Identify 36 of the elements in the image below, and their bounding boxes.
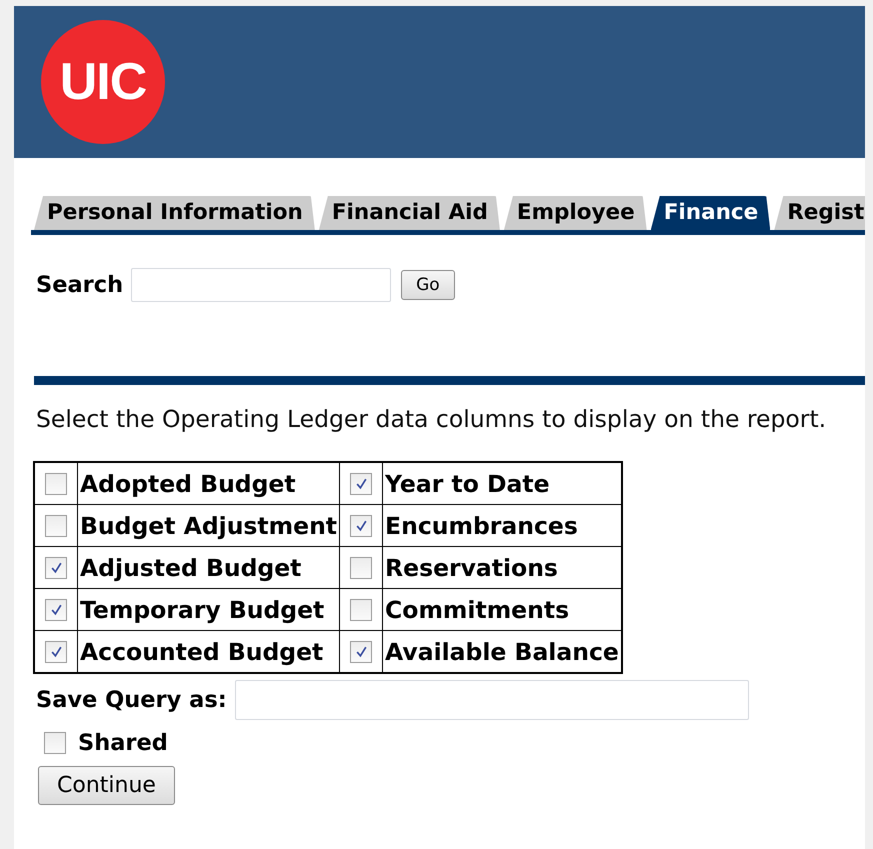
nav-tab[interactable]: Employee (504, 196, 647, 230)
column-label: Adjusted Budget (78, 546, 340, 588)
search-field[interactable] (131, 268, 392, 302)
go-button[interactable]: Go (401, 270, 455, 300)
nav-tab[interactable]: Financial Aid (318, 196, 500, 230)
search-label: Search (36, 272, 124, 298)
check-icon (50, 645, 62, 658)
shared-checkbox[interactable] (44, 732, 66, 754)
save-query-label: Save Query as: (36, 687, 227, 713)
checkbox[interactable] (350, 598, 372, 620)
checkbox[interactable] (350, 556, 372, 578)
column-label: Budget Adjustment (78, 504, 340, 546)
nav-tab[interactable]: Regist (774, 196, 865, 230)
instructions-text: Select the Operating Ledger data columns to display on the report. (36, 405, 828, 433)
checkbox[interactable] (45, 556, 67, 578)
nav-tab[interactable]: Finance (650, 196, 770, 230)
checkbox[interactable] (350, 640, 372, 662)
checkbox[interactable] (45, 472, 67, 494)
nav-tab[interactable]: Personal Information (34, 196, 315, 230)
checkbox[interactable] (350, 472, 372, 494)
check-icon (50, 561, 62, 574)
check-icon (354, 477, 368, 490)
query-name-field[interactable] (234, 680, 749, 720)
logo-badge: UIC (41, 20, 165, 144)
check-icon (354, 519, 368, 532)
checkbox[interactable] (45, 598, 67, 620)
checkbox[interactable] (45, 640, 67, 662)
check-icon (354, 645, 368, 658)
shared-label: Shared (78, 730, 168, 756)
column-label: Accounted Budget (78, 630, 340, 673)
column-label: Temporary Budget (78, 588, 340, 630)
column-label: Adopted Budget (78, 462, 340, 504)
checkbox[interactable] (45, 514, 67, 536)
checkbox[interactable] (350, 514, 372, 536)
continue-button[interactable]: Continue (38, 766, 175, 805)
check-icon (50, 603, 62, 616)
